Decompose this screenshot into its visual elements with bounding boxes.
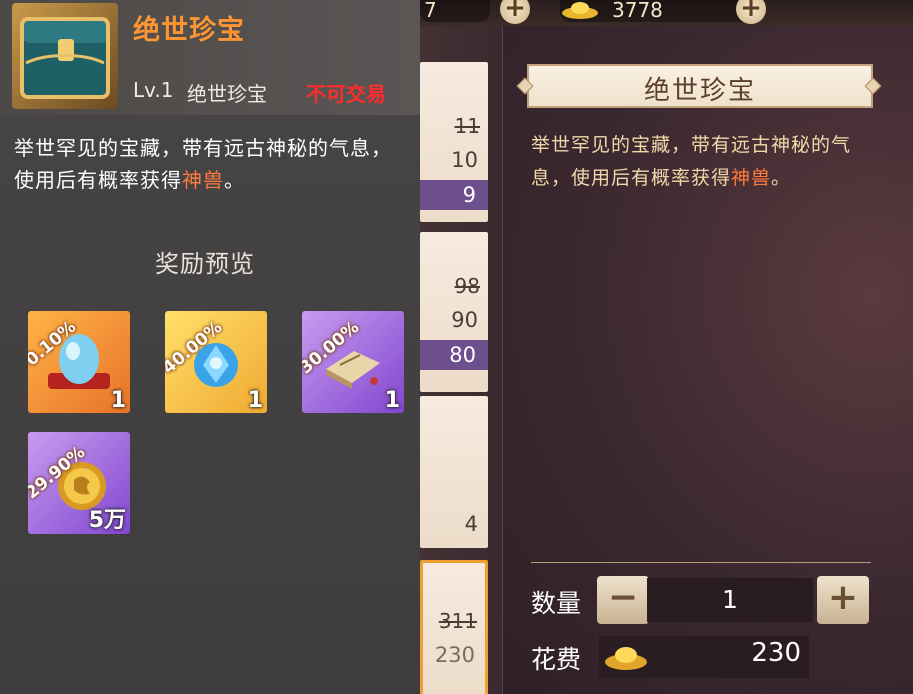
- tooltip-item-kind: 绝世珍宝: [187, 82, 267, 106]
- divider: [531, 562, 871, 563]
- original-price: 98: [454, 274, 480, 298]
- price: 230: [434, 643, 475, 667]
- reward-count: 1: [384, 388, 400, 413]
- currency-a-value: 7: [424, 0, 437, 22]
- gold-ingot-icon: [562, 2, 598, 19]
- price: 10: [451, 148, 478, 172]
- gold-ingot-icon: [605, 647, 647, 670]
- add-currency-b-button[interactable]: +: [736, 0, 766, 24]
- discount-price: 9: [420, 180, 488, 210]
- reward-count: 5万: [88, 508, 126, 533]
- treasure-chest-icon: [12, 3, 118, 109]
- cost-value: 230: [751, 638, 801, 668]
- quantity-label: 数量: [531, 589, 582, 618]
- quantity-input[interactable]: 1: [647, 578, 813, 622]
- reward-item[interactable]: 0.10% 1: [28, 311, 130, 413]
- game-shop-screen: 7 + 3778 + 11 10 9 98 90 80 4 311 230 绝世…: [0, 0, 913, 694]
- shop-item-card[interactable]: 4: [420, 396, 488, 548]
- item-tooltip: 绝世珍宝 Lv.1 绝世珍宝 不可交易 举世罕见的宝藏，带有远古神秘的气息，使用…: [0, 0, 420, 694]
- price: 4: [464, 512, 478, 536]
- tooltip-item-name: 绝世珍宝: [133, 15, 245, 46]
- tooltip-item-level: Lv.1: [133, 78, 174, 102]
- quantity-decrease-button[interactable]: −: [597, 576, 649, 624]
- currency-a-box: 7: [420, 0, 490, 22]
- shop-item-card[interactable]: 11 10 9: [420, 62, 488, 222]
- detail-title-banner: 绝世珍宝: [527, 64, 873, 108]
- tooltip-description-highlight: 神兽: [182, 168, 224, 192]
- detail-description-end: 。: [771, 167, 792, 189]
- original-price: 11: [454, 114, 480, 138]
- detail-description-text: 举世罕见的宝藏，带有远古神秘的气息，使用后有概率获得: [531, 134, 852, 189]
- tooltip-trade-status: 不可交易: [306, 82, 386, 106]
- tooltip-header: 绝世珍宝 Lv.1 绝世珍宝 不可交易: [0, 0, 420, 115]
- shop-item-card[interactable]: 98 90 80: [420, 232, 488, 392]
- quantity-increase-button[interactable]: +: [817, 576, 869, 624]
- tooltip-description: 举世罕见的宝藏，带有远古神秘的气息，使用后有概率获得神兽。: [14, 132, 399, 196]
- shop-item-card-selected[interactable]: 311 230: [420, 560, 488, 694]
- reward-item[interactable]: 30.00% 1: [302, 311, 404, 413]
- reward-item[interactable]: 29.90% 5万: [28, 432, 130, 534]
- reward-item[interactable]: 40.00% 1: [165, 311, 267, 413]
- currency-b-box: 3778: [560, 0, 760, 22]
- discount-price: 80: [420, 340, 488, 370]
- detail-title: 绝世珍宝: [643, 76, 756, 106]
- cost-label: 花费: [531, 645, 582, 674]
- item-detail-panel: 绝世珍宝 举世罕见的宝藏，带有远古神秘的气息，使用后有概率获得神兽。 数量 − …: [502, 26, 913, 694]
- detail-description: 举世罕见的宝藏，带有远古神秘的气息，使用后有概率获得神兽。: [531, 129, 871, 195]
- add-currency-a-button[interactable]: +: [500, 0, 530, 24]
- reward-count: 1: [247, 388, 263, 413]
- price: 90: [451, 308, 478, 332]
- reward-preview-title: 奖励预览: [155, 250, 255, 278]
- currency-b-value: 3778: [612, 0, 663, 22]
- currency-bar: 7 + 3778 +: [420, 0, 913, 26]
- original-price: 311: [438, 609, 477, 633]
- shop-item-list: 11 10 9 98 90 80 4 311 230: [420, 26, 502, 694]
- tooltip-description-end: 。: [224, 168, 245, 192]
- reward-count: 1: [110, 388, 126, 413]
- cost-display: 230: [599, 636, 809, 678]
- detail-description-highlight: 神兽: [731, 167, 772, 189]
